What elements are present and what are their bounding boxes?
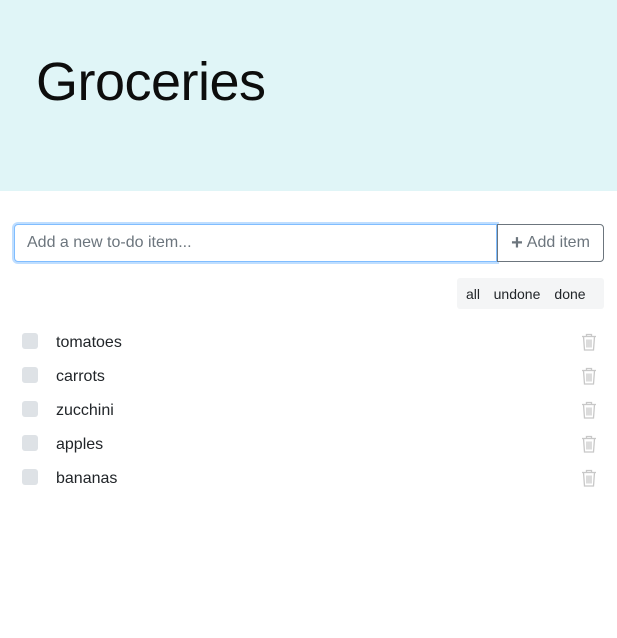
list-item: bananas bbox=[14, 461, 604, 495]
item-checkbox[interactable] bbox=[22, 401, 38, 417]
list-item: tomatoes bbox=[14, 325, 604, 359]
item-label: bananas bbox=[56, 470, 118, 487]
add-item-form: + Add item bbox=[14, 224, 604, 262]
item-label: carrots bbox=[56, 368, 105, 385]
list-item: apples bbox=[14, 427, 604, 461]
new-item-input[interactable] bbox=[14, 224, 497, 262]
trash-icon[interactable] bbox=[581, 333, 597, 351]
trash-icon[interactable] bbox=[581, 435, 597, 453]
filter-done-button[interactable]: done bbox=[545, 278, 595, 309]
filter-undone-button[interactable]: undone bbox=[489, 278, 545, 309]
header-banner: Groceries bbox=[0, 0, 617, 191]
list-item: zucchini bbox=[14, 393, 604, 427]
item-checkbox[interactable] bbox=[22, 435, 38, 451]
item-label: tomatoes bbox=[56, 334, 122, 351]
filter-all-button[interactable]: all bbox=[457, 278, 489, 309]
item-checkbox[interactable] bbox=[22, 367, 38, 383]
list-item: carrots bbox=[14, 359, 604, 393]
item-checkbox[interactable] bbox=[22, 333, 38, 349]
item-label: zucchini bbox=[56, 402, 114, 419]
item-checkbox[interactable] bbox=[22, 469, 38, 485]
todo-list: tomatoes carrots zucchini apples bananas bbox=[14, 325, 604, 495]
trash-icon[interactable] bbox=[581, 469, 597, 487]
trash-icon[interactable] bbox=[581, 367, 597, 385]
item-label: apples bbox=[56, 436, 104, 453]
trash-icon[interactable] bbox=[581, 401, 597, 419]
page-title: Groceries bbox=[36, 52, 266, 112]
plus-icon: + bbox=[511, 232, 523, 254]
add-item-button[interactable]: + Add item bbox=[497, 224, 604, 262]
filter-button-group: all undone done bbox=[457, 278, 604, 309]
add-item-label: Add item bbox=[526, 234, 590, 251]
